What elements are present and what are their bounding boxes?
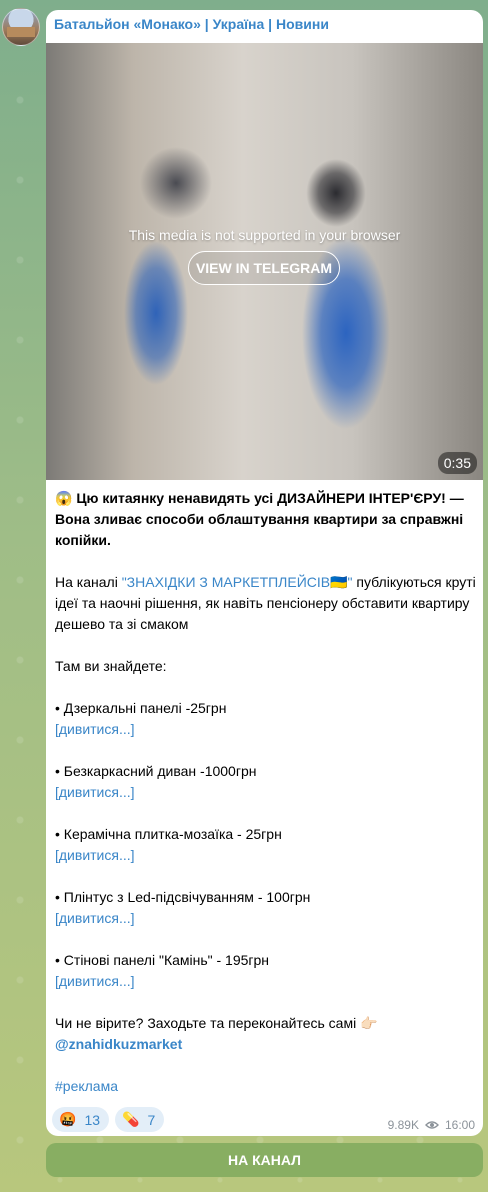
video-media[interactable]: This media is not supported in your brow… [46,43,483,480]
list-item-mosaic-tile: • Керамічна плитка-мозаїка - 25грн [55,826,282,842]
channel-handle-link[interactable]: @znahidkuzmarket [55,1034,477,1055]
view-link-mosaic-tile[interactable]: [дивитися...] [55,845,477,866]
list-title: Там ви знайдете: [55,658,167,674]
avatar-image-detail [7,27,35,37]
video-duration-badge: 0:35 [437,452,477,474]
message-time: 16:00 [444,1118,475,1132]
views-count: 9.89K [387,1118,419,1132]
view-link-mirror-panels[interactable]: [дивитися...] [55,719,477,740]
headline-text: Цю китаянку ненавидять усі ДИЗАЙНЕРИ ІНТ… [55,490,464,548]
message-bubble: Батальйон «Монако» | Україна | Новини Th… [46,10,483,1136]
list-item-sofa: • Безкаркасний диван -1000грн [55,763,257,779]
channel-avatar[interactable] [2,8,40,46]
cta-text: Чи не вірите? Заходьте та переконайтесь … [55,1015,378,1031]
media-unsupported-text: This media is not supported in your brow… [128,227,401,243]
reaction-angry-count: 13 [84,1111,101,1128]
channel-name-link[interactable]: Батальйон «Монако» | Україна | Новини [54,16,329,32]
list-item-wall-panels: • Стінові панелі "Камінь" - 195грн [55,952,270,968]
view-in-telegram-button[interactable]: VIEW IN TELEGRAM [188,251,340,285]
headline: 😱 Цю китаянку ненавидять усі ДИЗАЙНЕРИ І… [55,488,477,551]
headline-emoji: 😱 [55,490,73,506]
view-link-led-plinth[interactable]: [дивитися...] [55,908,477,929]
intro-paragraph: На каналі "ЗНАХІДКИ З МАРКЕТПЛЕЙСІВ🇺🇦" п… [55,572,477,635]
marketplace-channel-link[interactable]: "ЗНАХІДКИ З МАРКЕТПЛЕЙСІВ🇺🇦" [122,574,353,590]
reactions-bar: 🤬 13 💊 7 [52,1107,165,1132]
view-link-sofa[interactable]: [дивитися...] [55,782,477,803]
view-link-wall-panels[interactable]: [дивитися...] [55,971,477,992]
list-item-led-plinth: • Плінтус з Led-підсвічуванням - 100грн [55,889,311,905]
reaction-pill-emoji: 💊 [122,1111,140,1127]
reaction-angry[interactable]: 🤬 13 [52,1107,110,1132]
message-meta: 9.89K 16:00 [388,1118,475,1132]
list-item-mirror-panels: • Дзеркальні панелі -25грн [55,700,227,716]
open-channel-button[interactable]: НА КАНАЛ [46,1143,483,1177]
reaction-angry-emoji: 🤬 [59,1111,77,1127]
reaction-pill[interactable]: 💊 7 [115,1107,165,1132]
intro-prefix: На каналі [55,574,122,590]
message-text: 😱 Цю китаянку ненавидять усі ДИЗАЙНЕРИ І… [55,488,477,1097]
reaction-pill-count: 7 [147,1111,156,1128]
eye-icon [424,1121,439,1129]
hashtag-link[interactable]: #реклама [55,1076,477,1097]
